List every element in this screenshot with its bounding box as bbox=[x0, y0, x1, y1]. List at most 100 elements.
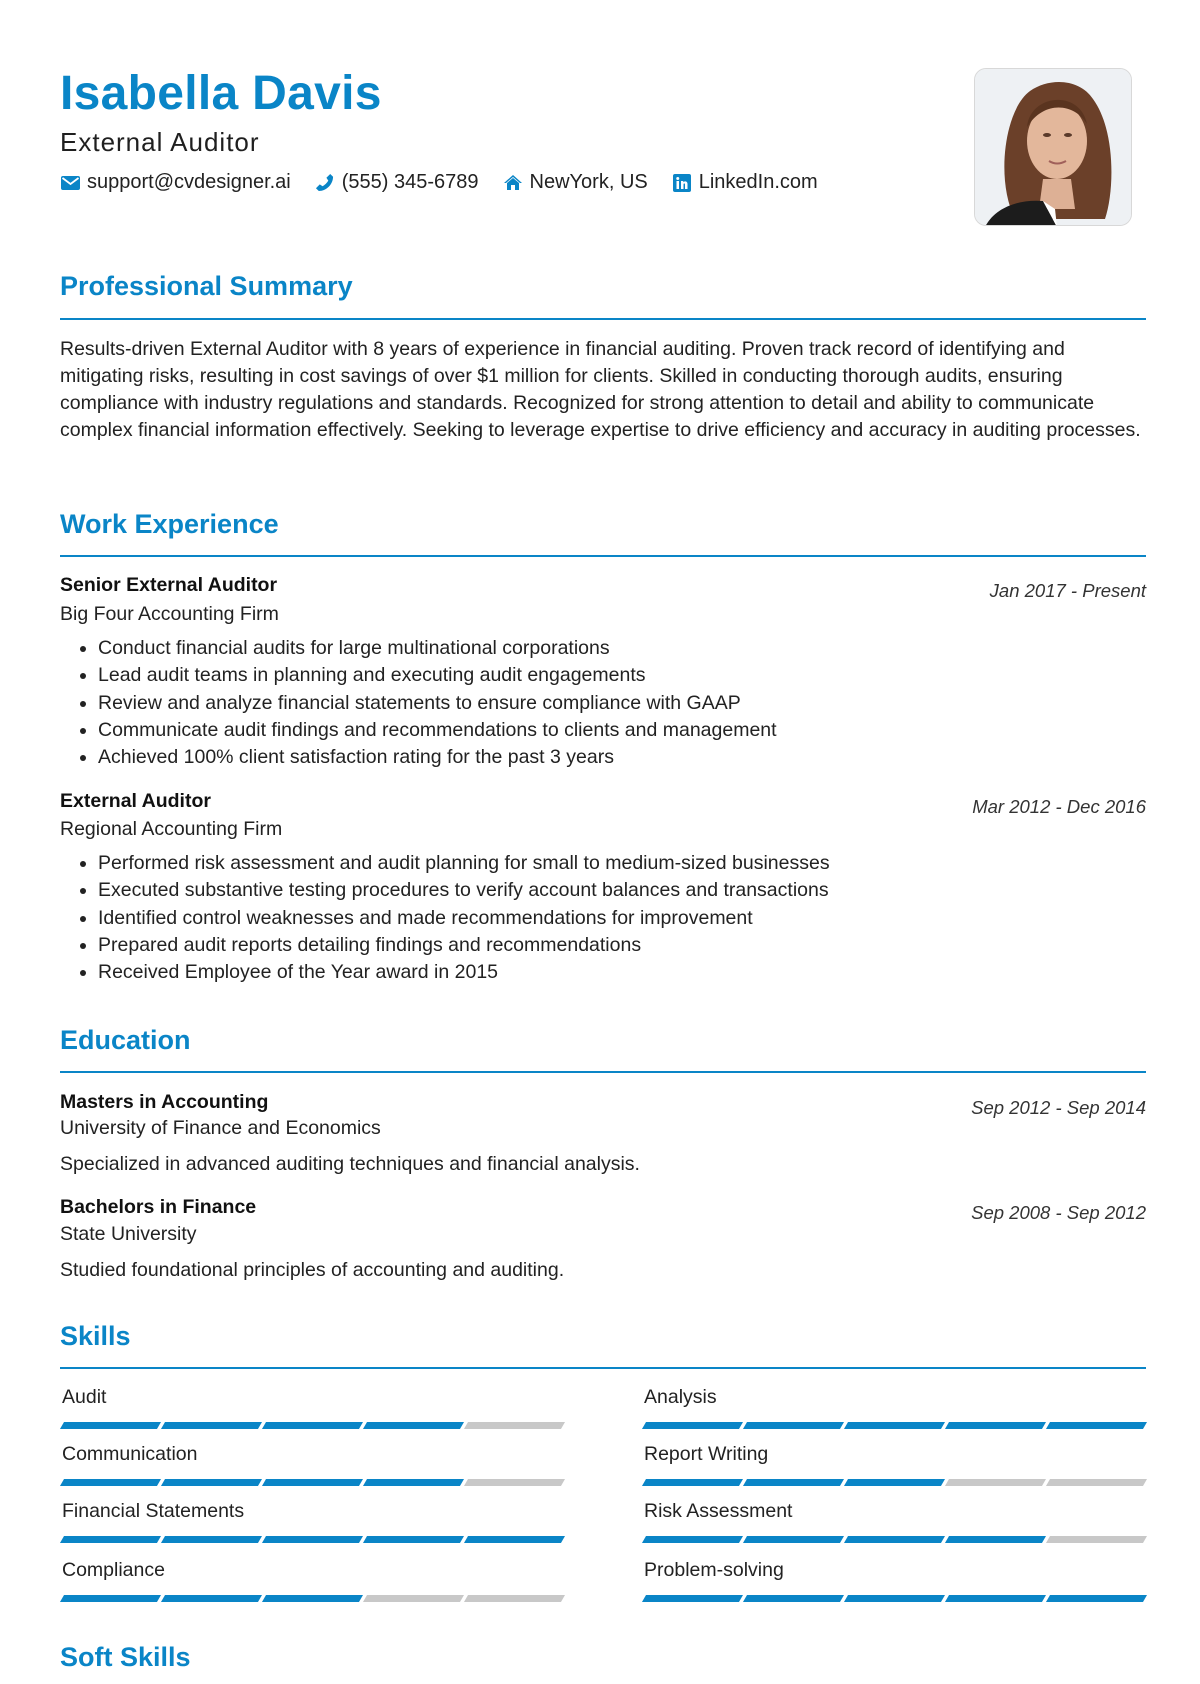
skill-item: Analysis bbox=[641, 1386, 1149, 1429]
section-divider bbox=[60, 1367, 1146, 1369]
skill-level-bar bbox=[59, 1595, 567, 1602]
skill-segment-filled bbox=[742, 1595, 845, 1602]
list-item: Conduct financial audits for large multi… bbox=[98, 635, 777, 662]
job-bullets: Conduct financial audits for large multi… bbox=[98, 635, 777, 771]
skill-segment-filled bbox=[843, 1479, 946, 1486]
job-company: Big Four Accounting Firm bbox=[60, 603, 279, 625]
skill-segment-empty bbox=[463, 1479, 566, 1486]
section-heading-soft-skills: Soft Skills bbox=[60, 1642, 191, 1672]
skill-segment-filled bbox=[59, 1479, 162, 1486]
skill-item: Financial Statements bbox=[59, 1500, 567, 1543]
education-description: Specialized in advanced auditing techniq… bbox=[60, 1153, 640, 1175]
list-item: Received Employee of the Year award in 2… bbox=[98, 959, 830, 986]
section-divider bbox=[60, 1071, 1146, 1073]
skill-name: Analysis bbox=[644, 1386, 717, 1408]
skill-segment-empty bbox=[362, 1595, 465, 1602]
section-divider bbox=[60, 318, 1146, 320]
skill-segment-filled bbox=[641, 1422, 744, 1429]
skill-segment-filled bbox=[160, 1595, 263, 1602]
envelope-icon bbox=[60, 173, 80, 193]
skill-level-bar bbox=[641, 1422, 1149, 1429]
skill-item: Problem-solving bbox=[641, 1559, 1149, 1602]
contact-phone-text: (555) 345-6789 bbox=[341, 171, 479, 193]
skill-segment-filled bbox=[362, 1422, 465, 1429]
section-heading-experience: Work Experience bbox=[60, 509, 279, 539]
skill-segment-filled bbox=[261, 1536, 364, 1543]
skill-segment-empty bbox=[944, 1479, 1047, 1486]
skill-segment-filled bbox=[160, 1479, 263, 1486]
skill-segment-filled bbox=[641, 1479, 744, 1486]
skill-segment-filled bbox=[59, 1595, 162, 1602]
job-company: Regional Accounting Firm bbox=[60, 818, 283, 840]
skill-item: Audit bbox=[59, 1386, 567, 1429]
education-degree: Masters in Accounting bbox=[60, 1091, 269, 1113]
contact-location: NewYork, US bbox=[503, 171, 648, 194]
skill-segment-filled bbox=[944, 1422, 1047, 1429]
skill-segment-empty bbox=[463, 1595, 566, 1602]
list-item: Review and analyze financial statements … bbox=[98, 690, 777, 717]
skill-level-bar bbox=[59, 1422, 567, 1429]
list-item: Identified control weaknesses and made r… bbox=[98, 905, 830, 932]
skill-level-bar bbox=[641, 1479, 1149, 1486]
skill-name: Financial Statements bbox=[62, 1500, 245, 1522]
skill-segment-filled bbox=[843, 1536, 946, 1543]
skill-name: Communication bbox=[62, 1443, 198, 1465]
skill-segment-filled bbox=[261, 1595, 364, 1602]
job-title: Senior External Auditor bbox=[60, 574, 278, 596]
skill-segment-filled bbox=[160, 1536, 263, 1543]
skill-segment-filled bbox=[261, 1422, 364, 1429]
skill-segment-filled bbox=[742, 1479, 845, 1486]
section-divider bbox=[60, 555, 1146, 557]
education-school: State University bbox=[60, 1223, 197, 1245]
skill-name: Compliance bbox=[62, 1559, 165, 1581]
skill-item: Report Writing bbox=[641, 1443, 1149, 1486]
job-dates: Mar 2012 - Dec 2016 bbox=[972, 796, 1146, 817]
skill-segment-filled bbox=[160, 1422, 263, 1429]
skill-segment-empty bbox=[1045, 1536, 1148, 1543]
education-degree: Bachelors in Finance bbox=[60, 1196, 257, 1218]
list-item: Performed risk assessment and audit plan… bbox=[98, 850, 830, 877]
skill-name: Risk Assessment bbox=[644, 1500, 793, 1522]
skill-segment-filled bbox=[463, 1536, 566, 1543]
phone-icon bbox=[315, 173, 335, 193]
skill-item: Compliance bbox=[59, 1559, 567, 1602]
skill-name: Audit bbox=[62, 1386, 107, 1408]
skill-segment-filled bbox=[1045, 1422, 1148, 1429]
contact-email[interactable]: support@cvdesigner.ai bbox=[60, 171, 291, 194]
job-dates: Jan 2017 - Present bbox=[989, 580, 1146, 601]
job-bullets: Performed risk assessment and audit plan… bbox=[98, 850, 830, 986]
skill-segment-filled bbox=[843, 1422, 946, 1429]
skill-item: Risk Assessment bbox=[641, 1500, 1149, 1543]
skill-segment-filled bbox=[641, 1595, 744, 1602]
skill-segment-filled bbox=[59, 1422, 162, 1429]
job-title: External Auditor bbox=[60, 790, 211, 812]
skill-level-bar bbox=[59, 1479, 567, 1486]
education-dates: Sep 2012 - Sep 2014 bbox=[971, 1097, 1146, 1118]
section-heading-skills: Skills bbox=[60, 1321, 131, 1351]
skill-segment-filled bbox=[362, 1536, 465, 1543]
list-item: Achieved 100% client satisfaction rating… bbox=[98, 744, 777, 771]
skill-name: Report Writing bbox=[644, 1443, 769, 1465]
section-heading-education: Education bbox=[60, 1025, 191, 1055]
skill-segment-filled bbox=[742, 1422, 845, 1429]
summary-text: Results-driven External Auditor with 8 y… bbox=[60, 338, 1141, 441]
contact-bar: support@cvdesigner.ai (555) 345-6789 New… bbox=[60, 171, 842, 194]
skill-segment-filled bbox=[944, 1536, 1047, 1543]
contact-email-text: support@cvdesigner.ai bbox=[87, 171, 291, 193]
skill-segment-filled bbox=[362, 1479, 465, 1486]
skill-name: Problem-solving bbox=[644, 1559, 784, 1581]
linkedin-icon bbox=[672, 173, 692, 193]
contact-linkedin[interactable]: LinkedIn.com bbox=[672, 171, 818, 194]
skill-level-bar bbox=[641, 1595, 1149, 1602]
contact-linkedin-text: LinkedIn.com bbox=[698, 171, 818, 193]
skill-segment-filled bbox=[1045, 1595, 1148, 1602]
skill-segment-filled bbox=[59, 1536, 162, 1543]
contact-location-text: NewYork, US bbox=[529, 171, 648, 193]
education-description: Studied foundational principles of accou… bbox=[60, 1259, 565, 1281]
list-item: Communicate audit findings and recommend… bbox=[98, 717, 777, 744]
skill-segment-filled bbox=[261, 1479, 364, 1486]
skill-segment-filled bbox=[742, 1536, 845, 1543]
list-item: Prepared audit reports detailing finding… bbox=[98, 932, 830, 959]
contact-phone[interactable]: (555) 345-6789 bbox=[315, 171, 479, 194]
skill-item: Communication bbox=[59, 1443, 567, 1486]
